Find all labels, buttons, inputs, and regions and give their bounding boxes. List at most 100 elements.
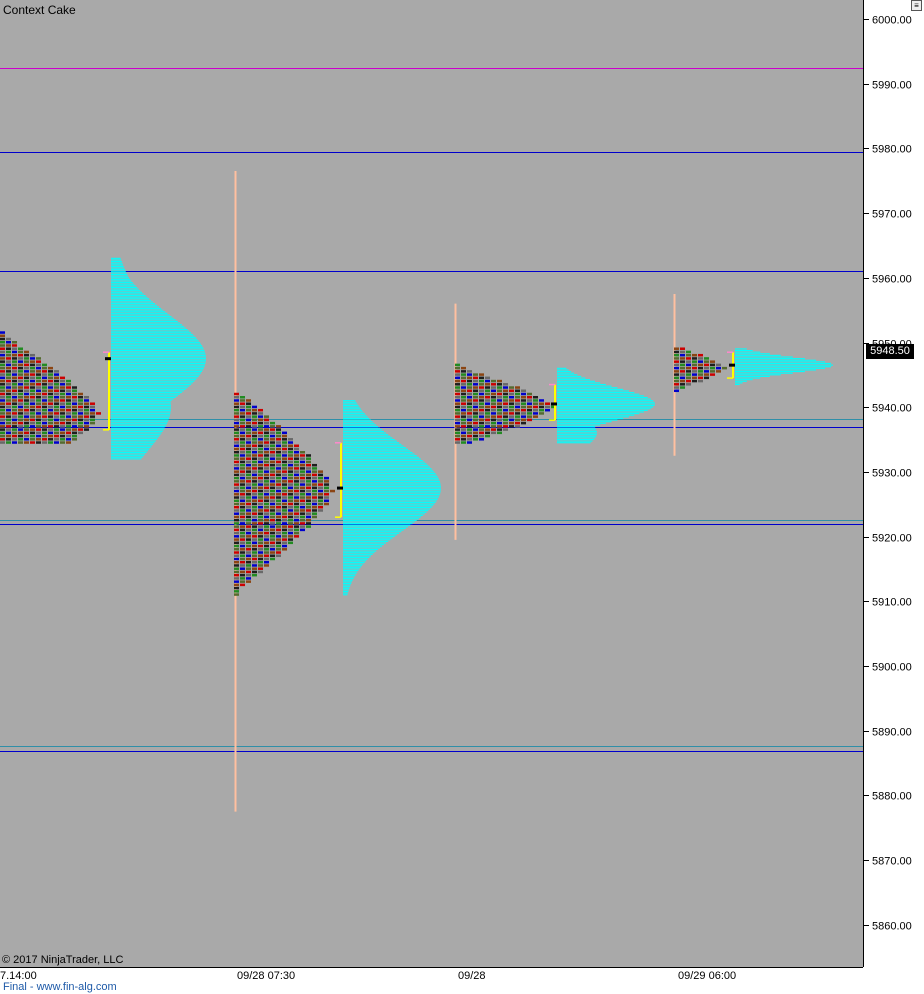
- tpo-brick: [455, 373, 460, 376]
- tpo-brick: [240, 522, 245, 525]
- plot-area[interactable]: Context Cake © 2017 NinjaTrader, LLC: [0, 0, 863, 967]
- tpo-brick: [240, 473, 245, 477]
- tpo-brick: [294, 528, 299, 532]
- tpo-brick: [264, 480, 269, 483]
- tpo-brick: [288, 460, 293, 464]
- volume-profile-bar: [343, 481, 440, 483]
- tpo-brick: [294, 470, 299, 473]
- tpo-brick: [467, 438, 472, 441]
- tpo-brick: [282, 438, 287, 441]
- tpo-brick: [60, 425, 65, 428]
- tpo-brick: [6, 347, 11, 350]
- tpo-brick: [461, 389, 466, 393]
- tpo-brick: [515, 399, 520, 402]
- tpo-brick: [300, 505, 305, 509]
- volume-profile-bar: [111, 338, 198, 340]
- volume-profile-bar: [111, 382, 193, 384]
- tpo-brick: [324, 483, 329, 486]
- tpo-brick: [258, 531, 263, 535]
- footer-link[interactable]: Final - www.fin-alg.com: [3, 981, 117, 993]
- volume-profile-bar: [111, 337, 196, 339]
- tpo-brick: [12, 438, 17, 441]
- tpo-brick: [234, 531, 239, 535]
- tpo-brick: [252, 515, 257, 519]
- tpo-brick: [0, 360, 5, 363]
- volume-profile-bar: [111, 278, 131, 280]
- tpo-brick: [288, 493, 293, 496]
- tpo-brick: [12, 383, 17, 386]
- volume-profile-bar: [343, 445, 404, 447]
- tpo-brick: [282, 444, 287, 448]
- y-tick-label: 5870.00: [872, 856, 912, 868]
- tpo-brick: [509, 405, 514, 409]
- tpo-brick: [258, 408, 263, 412]
- tpo-brick: [6, 399, 11, 402]
- tpo-brick: [6, 392, 11, 396]
- volume-profile-bar: [111, 294, 146, 297]
- tpo-brick: [84, 402, 89, 405]
- tpo-brick: [276, 460, 281, 464]
- volume-profile-bar: [111, 348, 204, 350]
- menu-icon[interactable]: ≡: [911, 0, 922, 11]
- volume-profile-bar: [735, 362, 831, 365]
- tpo-brick: [288, 528, 293, 532]
- tpo-brick: [686, 373, 691, 376]
- tpo-brick: [282, 499, 287, 503]
- volume-profile-bar: [557, 422, 606, 424]
- tpo-brick: [264, 502, 269, 506]
- tpo-brick: [306, 486, 311, 490]
- y-tick-label: 5880.00: [872, 791, 912, 803]
- tpo-brick: [312, 505, 317, 509]
- tpo-brick: [54, 405, 59, 409]
- tpo-brick: [276, 476, 281, 480]
- tpo-brick: [66, 379, 71, 383]
- tpo-brick: [42, 421, 47, 425]
- volume-profile-bar: [343, 417, 370, 420]
- volume-profile-bar: [111, 375, 199, 377]
- volume-profile-bar: [557, 427, 596, 429]
- volume-profile-bar: [735, 377, 761, 379]
- tpo-brick: [18, 353, 23, 357]
- tpo-brick: [0, 392, 5, 396]
- tpo-brick: [30, 402, 35, 405]
- tpo-brick: [36, 408, 41, 412]
- volume-profile-bar: [111, 317, 174, 319]
- y-tick-label: 5940.00: [872, 403, 912, 415]
- tpo-brick: [48, 389, 53, 393]
- tpo-brick: [252, 470, 257, 473]
- tpo-brick: [234, 480, 239, 483]
- tpo-brick: [698, 370, 703, 373]
- tpo-brick: [521, 392, 526, 396]
- tpo-brick: [258, 428, 263, 431]
- tpo-brick: [491, 418, 496, 422]
- time-axis[interactable]: 7.14:00 09/28 07:30 09/28 09/29 06:00: [0, 967, 863, 994]
- volume-profile-bar: [735, 375, 770, 377]
- tpo-brick: [330, 489, 335, 493]
- tpo-brick: [455, 408, 460, 412]
- tpo-brick: [0, 334, 5, 338]
- tpo-brick: [0, 434, 5, 438]
- volume-profile-bar: [343, 521, 415, 523]
- tpo-brick: [264, 560, 269, 564]
- volume-profile-bar: [343, 536, 395, 538]
- tpo-brick: [306, 505, 311, 509]
- tpo-brick: [497, 383, 502, 386]
- tpo-brick: [455, 376, 460, 380]
- volume-profile-bar: [111, 285, 136, 287]
- tpo-brick: [294, 493, 299, 496]
- price-axis[interactable]: 6000.005990.005980.005970.005960.005950.…: [863, 0, 924, 967]
- tpo-brick: [497, 412, 502, 415]
- y-tick-label: 5890.00: [872, 727, 912, 739]
- tpo-brick: [54, 399, 59, 402]
- tpo-brick: [276, 531, 281, 535]
- tpo-brick: [533, 395, 538, 399]
- volume-profile-bar: [111, 267, 125, 269]
- tpo-brick: [78, 425, 83, 428]
- tpo-brick: [6, 434, 11, 438]
- volume-profile-bar: [111, 333, 193, 335]
- volume-profile-bar: [111, 316, 172, 318]
- tpo-brick: [48, 405, 53, 409]
- tpo-brick: [264, 476, 269, 480]
- tpo-brick: [680, 376, 685, 380]
- volume-profile-bar: [111, 409, 171, 411]
